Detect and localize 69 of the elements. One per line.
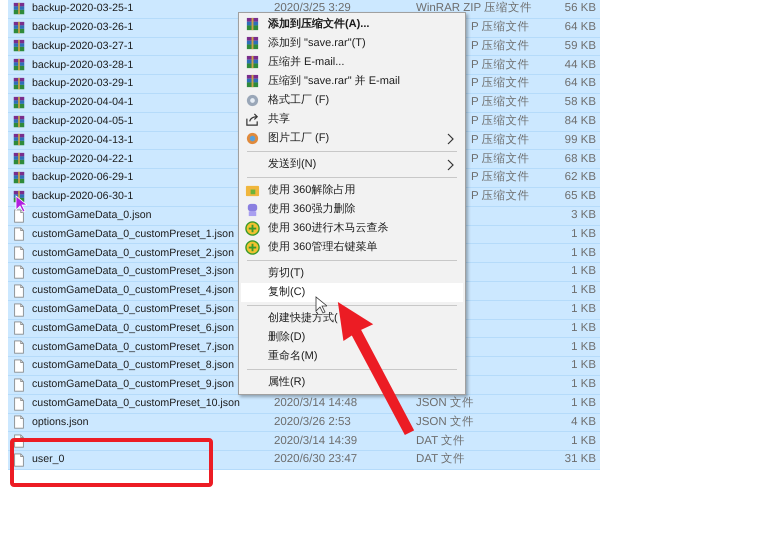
size-text: 1 KB [571,359,596,372]
type-text: P 压缩文件 [471,171,530,184]
file-name: customGameData_0_customPreset_8.json [32,359,234,372]
size-text: 1 KB [571,228,596,240]
size-text: 1 KB [571,303,596,316]
size-text: 3 KB [571,209,596,222]
size-text: 64 KB [564,21,596,34]
file-name: backup-2020-04-22-1 [32,152,134,165]
type-text: DAT 文件 [416,434,466,447]
size-text: 62 KB [564,171,596,184]
date-text: 2020/3/25 3:29 [274,2,351,14]
type-text: JSON 文件 [416,397,474,409]
type-text: P 压缩文件 [471,134,530,146]
size-text: 56 KB [564,2,596,14]
date-text: 2020/6/30 23:47 [274,453,358,466]
size-text: 1 KB [571,434,596,447]
file-name: backup-2020-03-28-1 [32,58,134,71]
file-name: customGameData_0_customPreset_3.json [32,265,234,278]
date-text: 2020/3/14 14:39 [274,434,358,447]
file-name: backup-2020-03-25-1 [32,2,134,14]
type-text: P 压缩文件 [471,21,530,34]
size-text: 1 KB [571,322,596,334]
file-name: backup-2020-04-13-1 [32,134,134,146]
file-name: backup-2020-04-05-1 [32,115,134,128]
size-text: 64 KB [564,77,596,90]
type-text: P 压缩文件 [471,190,530,202]
file-name: customGameData_0_customPreset_5.json [32,303,234,316]
file-name: customGameData_0_customPreset_10.json [32,397,240,409]
file-name: backup-2020-04-04-1 [32,96,134,108]
file-name: backup-2020-06-29-1 [32,171,134,184]
size-text: 1 KB [571,246,596,259]
file-name: backup-2020-06-30-1 [32,190,134,202]
size-text: 1 KB [571,397,596,409]
date-text: 2020/3/14 14:48 [274,397,358,409]
size-text: 99 KB [564,134,596,146]
file-name: backup-2020-03-27-1 [32,40,134,52]
size-text: 59 KB [564,40,596,52]
type-text: DAT 文件 [416,453,466,466]
type-text: P 压缩文件 [471,58,530,71]
size-text: 1 KB [571,378,596,390]
type-text: P 压缩文件 [471,115,530,128]
size-text: 44 KB [564,58,596,71]
file-name: customGameData_0_customPreset_1.json [32,228,234,240]
file-name: backup-2020-03-29-1 [32,77,134,90]
file-name: customGameData_0_customPreset_6.json [32,322,234,334]
type-text: WinRAR ZIP 压缩文件 [416,2,532,14]
type-text: P 压缩文件 [471,77,530,90]
file-name: backup-2020-03-26-1 [32,21,134,34]
file-name: customGameData_0.json [32,209,152,222]
type-text: P 压缩文件 [471,40,530,52]
size-text: 68 KB [564,152,596,165]
size-text: 4 KB [571,416,596,428]
size-text: 1 KB [571,265,596,278]
file-name: customGameData_0_customPreset_2.json [32,246,234,259]
date-text: 2020/3/26 2:53 [274,416,351,428]
file-name: user_0 [32,453,64,466]
file-name: customGameData_0_customPreset_9.json [32,378,234,390]
type-text: JSON 文件 [416,416,474,428]
size-text: 1 KB [571,340,596,353]
size-text: 65 KB [564,190,596,202]
file-name: options.json [32,416,89,428]
size-text: 1 KB [571,284,596,296]
type-text: P 压缩文件 [471,96,530,108]
size-text: 31 KB [564,453,596,466]
size-text: 84 KB [564,115,596,128]
file-name: customGameData_0_customPreset_7.json [32,340,234,353]
size-text: 58 KB [564,96,596,108]
file-name: customGameData_0_customPreset_4.json [32,284,234,296]
type-text: P 压缩文件 [471,152,530,165]
